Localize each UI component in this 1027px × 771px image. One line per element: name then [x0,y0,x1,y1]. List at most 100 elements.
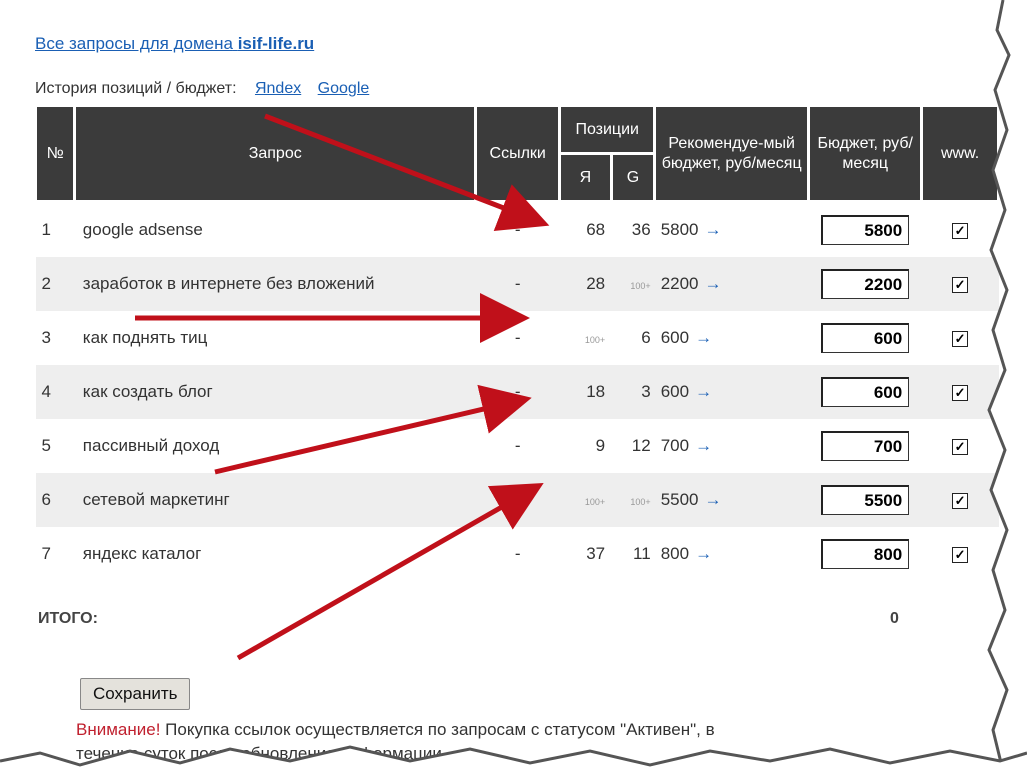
row-position-google: 36 [631,220,651,239]
row-query: заработок в интернете без вложений [74,257,476,311]
row-query: как поднять тиц [82,328,208,347]
row-query: пассивный доход [82,436,220,455]
row-number: 1 [41,220,51,239]
domain-link-prefix: Все запросы для домена [35,34,233,53]
domain-link-anchor[interactable]: Все запросы для домена isif-life.ru [35,34,314,53]
row-position-yandex: 9 [595,436,606,455]
history-label: История позиций / бюджет: [35,80,237,97]
torn-edge-right [987,0,1027,771]
budget-input[interactable] [821,539,910,569]
row-recommended: 600 → [655,311,809,365]
www-checkbox[interactable]: ✓ [952,223,969,239]
budget-header-text: Бюджет, руб/месяц [817,134,913,172]
recommended-header-text: Рекомендуе-мый бюджет, руб/месяц [661,134,802,172]
domain-name: isif-life.ru [237,34,315,53]
col-budget-header: Бюджет, руб/месяц [807,104,924,203]
row-links: - [475,473,560,527]
row-position-google: 100+ [630,281,651,291]
row-position-google: 3 [641,382,651,401]
total-label: ИТОГО: [38,610,98,627]
row-recommended-value: 2200 [660,274,699,293]
budget-input[interactable] [821,323,910,353]
table-row: 7 яндекс каталог - 37 11 800 → ✓ [36,527,999,581]
row-recommended: 5500 → [654,473,809,527]
domain-queries-link[interactable]: Все запросы для домена isif-life.ru [35,34,314,54]
apply-arrow-icon[interactable]: → [705,274,722,293]
table-row: 6сетевой маркетинг- 100+ 100+ 5500 → ✓ [35,473,999,527]
budget-input[interactable] [821,269,910,299]
table-row: 2 заработок в интернете без вложений - 28 10… [35,257,999,311]
history-bar: История позиций / бюджет: Яndex Google [35,80,381,98]
row-position-yandex: 28 [586,274,606,293]
row-links: - [475,257,560,311]
budget-input[interactable] [821,377,910,407]
col-pos-y-header: Я [558,152,613,203]
history-link-google[interactable]: Google [318,80,370,97]
table-row: 3 как поднять тиц - 100+ 6 600 → ✓ [36,311,999,365]
col-num-header: № [33,104,77,203]
row-recommended-value: 5800 [660,220,699,239]
www-checkbox[interactable]: ✓ [952,493,969,509]
apply-arrow-icon[interactable]: → [695,544,712,563]
row-position-yandex: 37 [586,544,606,563]
budget-input[interactable] [821,215,910,245]
row-position-yandex: 68 [586,220,606,239]
table-row: 1 google adsense - 68 36 5800 → ✓ [36,202,999,258]
row-recommended-value: 600 [660,328,690,347]
row-recommended: 2200 → [654,257,809,311]
row-links: - [514,328,521,347]
torn-edge-bottom [0,745,1027,771]
col-pos-g-header: G [609,152,657,203]
budget-input[interactable] [821,485,910,515]
row-number: 7 [41,544,51,563]
table-row: 4как создать блог- 18 3 600 → ✓ [35,365,999,419]
row-recommended: 700 → [655,419,809,473]
row-links: - [514,436,521,455]
row-number: 5 [41,436,51,455]
apply-arrow-icon[interactable]: → [705,490,722,509]
col-query-header: Запрос [73,104,478,203]
row-position-yandex: 100+ [584,335,606,345]
row-links: - [475,365,560,419]
apply-arrow-icon[interactable]: → [705,220,722,239]
row-position-yandex: 100+ [584,497,606,507]
col-recommended-header: Рекомендуе-мый бюджет, руб/месяц [653,104,811,203]
row-number: 4 [35,365,75,419]
row-links: - [514,220,521,239]
row-position-google: 100+ [630,497,651,507]
col-links-header: Ссылки [474,104,562,203]
col-positions-header: Позиции [558,104,657,155]
row-query: яндекс каталог [82,544,202,563]
row-recommended: 5800 → [655,202,809,258]
apply-arrow-icon[interactable]: → [695,382,712,401]
row-number: 6 [35,473,75,527]
row-recommended: 800 → [655,527,809,581]
row-query: сетевой маркетинг [74,473,476,527]
row-position-google: 12 [631,436,651,455]
row-recommended-value: 5500 [660,490,699,509]
page-frame: Все запросы для домена isif-life.ru Исто… [0,0,1000,771]
www-checkbox[interactable]: ✓ [952,547,969,563]
row-position-yandex: 18 [586,382,606,401]
row-number: 3 [41,328,51,347]
row-number: 2 [35,257,75,311]
budget-input[interactable] [821,431,910,461]
row-position-google: 11 [633,544,651,563]
row-query: как создать блог [74,365,476,419]
www-checkbox[interactable]: ✓ [952,385,969,401]
www-checkbox[interactable]: ✓ [952,277,969,293]
total-value: 0 [890,610,899,627]
queries-table: № Запрос Ссылки Позиции Рекомендуе-мый б… [33,104,1000,581]
row-links: - [514,544,521,563]
row-position-google: 6 [641,328,651,347]
row-recommended: 600 → [654,365,809,419]
apply-arrow-icon[interactable]: → [695,436,712,455]
table-row: 5 пассивный доход - 9 12 700 → ✓ [36,419,999,473]
apply-arrow-icon[interactable]: → [695,328,712,347]
www-checkbox[interactable]: ✓ [952,331,969,347]
save-button[interactable]: Сохранить [80,678,191,710]
row-recommended-value: 800 [660,544,690,563]
www-checkbox[interactable]: ✓ [952,439,969,455]
history-link-yandex[interactable]: Яndex [255,80,301,97]
row-recommended-value: 700 [660,436,690,455]
